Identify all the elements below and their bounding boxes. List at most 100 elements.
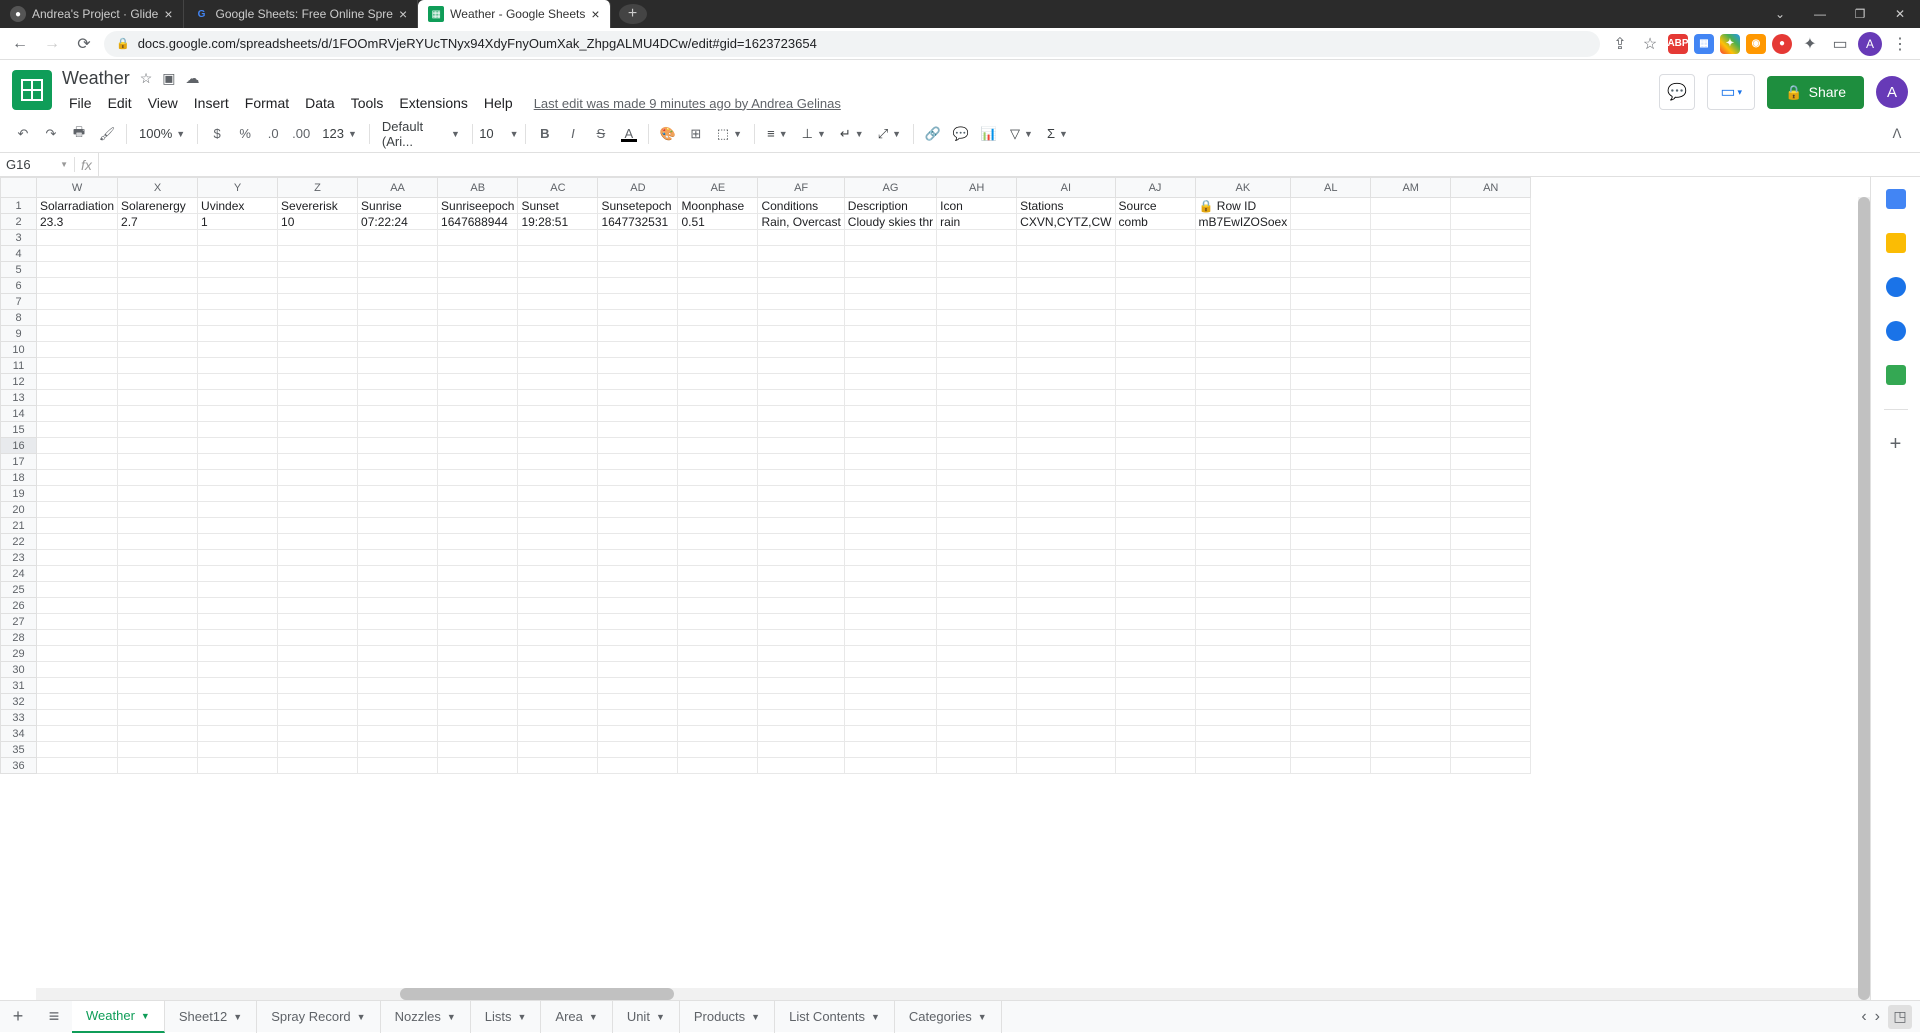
cell[interactable] — [438, 470, 518, 486]
cell[interactable] — [118, 502, 198, 518]
cell[interactable] — [937, 438, 1017, 454]
cell[interactable]: Sunset — [518, 198, 598, 214]
cell[interactable] — [678, 470, 758, 486]
cell[interactable] — [1291, 582, 1371, 598]
cell[interactable] — [1115, 646, 1195, 662]
cell[interactable] — [1115, 374, 1195, 390]
cell[interactable] — [937, 278, 1017, 294]
cell[interactable] — [1017, 454, 1115, 470]
cell[interactable] — [1291, 630, 1371, 646]
cell[interactable] — [37, 390, 118, 406]
cell[interactable] — [37, 374, 118, 390]
cell[interactable] — [1291, 230, 1371, 246]
cell[interactable] — [198, 422, 278, 438]
cell[interactable] — [1371, 198, 1451, 214]
cell[interactable] — [758, 662, 844, 678]
cell[interactable] — [1017, 358, 1115, 374]
cell[interactable] — [758, 614, 844, 630]
scroll-tabs-right-icon[interactable]: › — [1875, 1008, 1880, 1026]
column-header[interactable]: AI — [1017, 178, 1115, 198]
row-header[interactable]: 18 — [1, 470, 37, 486]
cell[interactable] — [198, 630, 278, 646]
cell[interactable] — [758, 230, 844, 246]
cell[interactable] — [1195, 646, 1291, 662]
cell[interactable] — [1195, 758, 1291, 774]
cell[interactable] — [1451, 406, 1531, 422]
cell[interactable]: CXVN,CYTZ,CW — [1017, 214, 1115, 230]
cell[interactable] — [844, 310, 936, 326]
bold-button[interactable]: B — [532, 121, 558, 147]
cell[interactable] — [37, 614, 118, 630]
cell[interactable] — [678, 438, 758, 454]
minimize-button[interactable]: — — [1800, 0, 1840, 28]
cell[interactable] — [358, 486, 438, 502]
cell[interactable] — [1195, 582, 1291, 598]
cell[interactable] — [198, 582, 278, 598]
cell[interactable] — [937, 358, 1017, 374]
cell[interactable] — [438, 454, 518, 470]
cell[interactable] — [438, 246, 518, 262]
cell[interactable] — [37, 438, 118, 454]
vertical-scrollbar[interactable] — [1858, 197, 1870, 1000]
cell[interactable] — [358, 646, 438, 662]
cell[interactable] — [518, 294, 598, 310]
cell[interactable]: mB7EwIZOSoex — [1195, 214, 1291, 230]
cell[interactable] — [1451, 278, 1531, 294]
cell[interactable] — [278, 758, 358, 774]
row-header[interactable]: 8 — [1, 310, 37, 326]
cell[interactable] — [1195, 678, 1291, 694]
cell[interactable] — [198, 758, 278, 774]
text-rotation-button[interactable]: ⤢▼ — [872, 126, 907, 142]
cell[interactable] — [37, 486, 118, 502]
cell[interactable] — [598, 262, 678, 278]
cell[interactable] — [198, 230, 278, 246]
cell[interactable] — [678, 390, 758, 406]
reload-button[interactable]: ⟳ — [72, 32, 96, 56]
cell[interactable] — [598, 678, 678, 694]
cell[interactable] — [598, 246, 678, 262]
cell[interactable] — [198, 390, 278, 406]
cell[interactable] — [518, 390, 598, 406]
cell[interactable] — [37, 454, 118, 470]
cell[interactable] — [1371, 678, 1451, 694]
cell[interactable] — [598, 310, 678, 326]
cell[interactable] — [278, 646, 358, 662]
cell[interactable] — [1195, 710, 1291, 726]
cell[interactable] — [278, 726, 358, 742]
cell[interactable] — [678, 662, 758, 678]
cell[interactable] — [1371, 358, 1451, 374]
cell[interactable] — [518, 502, 598, 518]
cell[interactable] — [598, 534, 678, 550]
cell[interactable] — [1291, 422, 1371, 438]
cell[interactable] — [518, 726, 598, 742]
cell[interactable] — [198, 438, 278, 454]
cell[interactable] — [358, 262, 438, 278]
cell[interactable] — [598, 326, 678, 342]
cell[interactable] — [198, 646, 278, 662]
cell[interactable] — [518, 694, 598, 710]
close-icon[interactable]: × — [164, 6, 172, 22]
cell[interactable] — [358, 758, 438, 774]
extension-icon[interactable]: ◉ — [1746, 34, 1766, 54]
cell[interactable] — [438, 230, 518, 246]
cell[interactable] — [758, 246, 844, 262]
row-header[interactable]: 16 — [1, 438, 37, 454]
cell[interactable] — [844, 598, 936, 614]
row-header[interactable]: 9 — [1, 326, 37, 342]
cell[interactable] — [1451, 246, 1531, 262]
cell[interactable] — [1115, 662, 1195, 678]
cell[interactable] — [678, 758, 758, 774]
cell[interactable] — [198, 262, 278, 278]
column-header[interactable]: AH — [937, 178, 1017, 198]
cell[interactable] — [1017, 422, 1115, 438]
column-header[interactable]: AJ — [1115, 178, 1195, 198]
cell[interactable] — [1451, 454, 1531, 470]
cell[interactable] — [1115, 326, 1195, 342]
cell[interactable] — [598, 454, 678, 470]
cell[interactable] — [844, 502, 936, 518]
collapse-toolbar-button[interactable]: ᐱ — [1884, 121, 1910, 147]
cell[interactable] — [438, 534, 518, 550]
cell[interactable] — [1115, 710, 1195, 726]
cell[interactable] — [37, 534, 118, 550]
cell[interactable] — [278, 390, 358, 406]
